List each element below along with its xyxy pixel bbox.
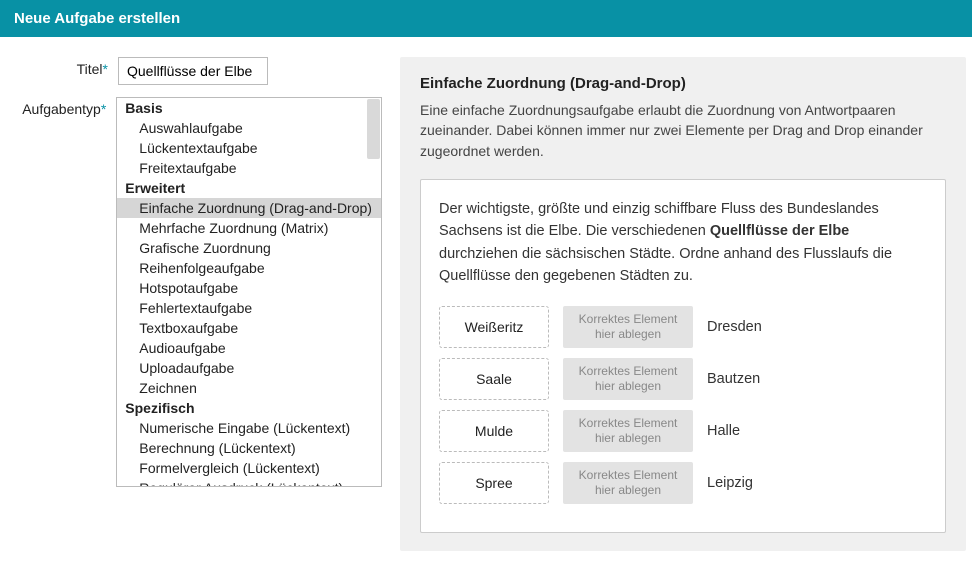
type-option[interactable]: Mehrfache Zuordnung (Matrix) — [117, 218, 381, 238]
match-label: Bautzen — [707, 371, 760, 387]
type-option[interactable]: Regulärer Ausdruck (Lückentext) — [117, 478, 381, 487]
type-option[interactable]: Uploadaufgabe — [117, 358, 381, 378]
dialog-body: Titel* Aufgabentyp* BasisAuswahlaufgabeL… — [0, 37, 972, 571]
type-listbox[interactable]: BasisAuswahlaufgabeLückentextaufgabeFrei… — [116, 97, 382, 487]
dialog-header: Neue Aufgabe erstellen — [0, 0, 972, 37]
type-option[interactable]: Hotspotaufgabe — [117, 278, 381, 298]
detail-panel: Einfache Zuordnung (Drag-and-Drop) Eine … — [400, 57, 966, 551]
form-column: Titel* Aufgabentyp* BasisAuswahlaufgabeL… — [0, 57, 400, 551]
type-group-label: Basis — [117, 98, 381, 118]
type-option[interactable]: Formelvergleich (Lückentext) — [117, 458, 381, 478]
match-row: Weißeritz Korrektes Element hier ablegen D… — [439, 306, 927, 348]
type-option[interactable]: Audioaufgabe — [117, 338, 381, 358]
preview-question-text: Der wichtigste, größte und einzig schiff… — [439, 198, 927, 288]
type-group-label: Spezifisch — [117, 398, 381, 418]
dialog-title: Neue Aufgabe erstellen — [14, 10, 180, 27]
type-group-label: Erweitert — [117, 178, 381, 198]
detail-title: Einfache Zuordnung (Drag-and-Drop) — [420, 75, 946, 92]
type-option[interactable]: Lückentextaufgabe — [117, 138, 381, 158]
match-label: Halle — [707, 423, 740, 439]
drag-source[interactable]: Weißeritz — [439, 306, 549, 348]
match-row: Mulde Korrektes Element hier ablegen Halle — [439, 410, 927, 452]
drop-target[interactable]: Korrektes Element hier ablegen — [563, 462, 693, 504]
type-option[interactable]: Numerische Eingabe (Lückentext) — [117, 418, 381, 438]
title-row: Titel* — [0, 57, 382, 85]
match-row: Saale Korrektes Element hier ablegen Bautz… — [439, 358, 927, 400]
type-option[interactable]: Fehlertextaufgabe — [117, 298, 381, 318]
type-row: Aufgabentyp* BasisAuswahlaufgabeLückente… — [0, 97, 382, 487]
type-option[interactable]: Freitextaufgabe — [117, 158, 381, 178]
preview-box: Der wichtigste, größte und einzig schiff… — [420, 179, 946, 533]
match-label: Leipzig — [707, 475, 753, 491]
drag-source[interactable]: Mulde — [439, 410, 549, 452]
type-option[interactable]: Zeichnen — [117, 378, 381, 398]
match-label: Dresden — [707, 319, 762, 335]
type-option[interactable]: Grafische Zuordnung — [117, 238, 381, 258]
drop-target[interactable]: Korrektes Element hier ablegen — [563, 358, 693, 400]
required-marker: * — [101, 101, 106, 117]
type-option[interactable]: Einfache Zuordnung (Drag-and-Drop) — [117, 198, 381, 218]
type-option[interactable]: Auswahlaufgabe — [117, 118, 381, 138]
drop-target[interactable]: Korrektes Element hier ablegen — [563, 410, 693, 452]
required-marker: * — [103, 61, 108, 77]
title-label: Titel* — [0, 57, 118, 85]
match-row: Spree Korrektes Element hier ablegen Leipz… — [439, 462, 927, 504]
scrollbar-thumb[interactable] — [367, 99, 380, 159]
type-option[interactable]: Reihenfolgeaufgabe — [117, 258, 381, 278]
type-option[interactable]: Textboxaufgabe — [117, 318, 381, 338]
detail-description: Eine einfache Zuordnungsaufgabe erlaubt … — [420, 100, 946, 161]
type-option[interactable]: Berechnung (Lückentext) — [117, 438, 381, 458]
match-rows: Weißeritz Korrektes Element hier ablegen D… — [439, 306, 927, 504]
type-label: Aufgabentyp* — [0, 97, 116, 487]
drag-source[interactable]: Saale — [439, 358, 549, 400]
title-input[interactable] — [118, 57, 268, 85]
drag-source[interactable]: Spree — [439, 462, 549, 504]
drop-target[interactable]: Korrektes Element hier ablegen — [563, 306, 693, 348]
